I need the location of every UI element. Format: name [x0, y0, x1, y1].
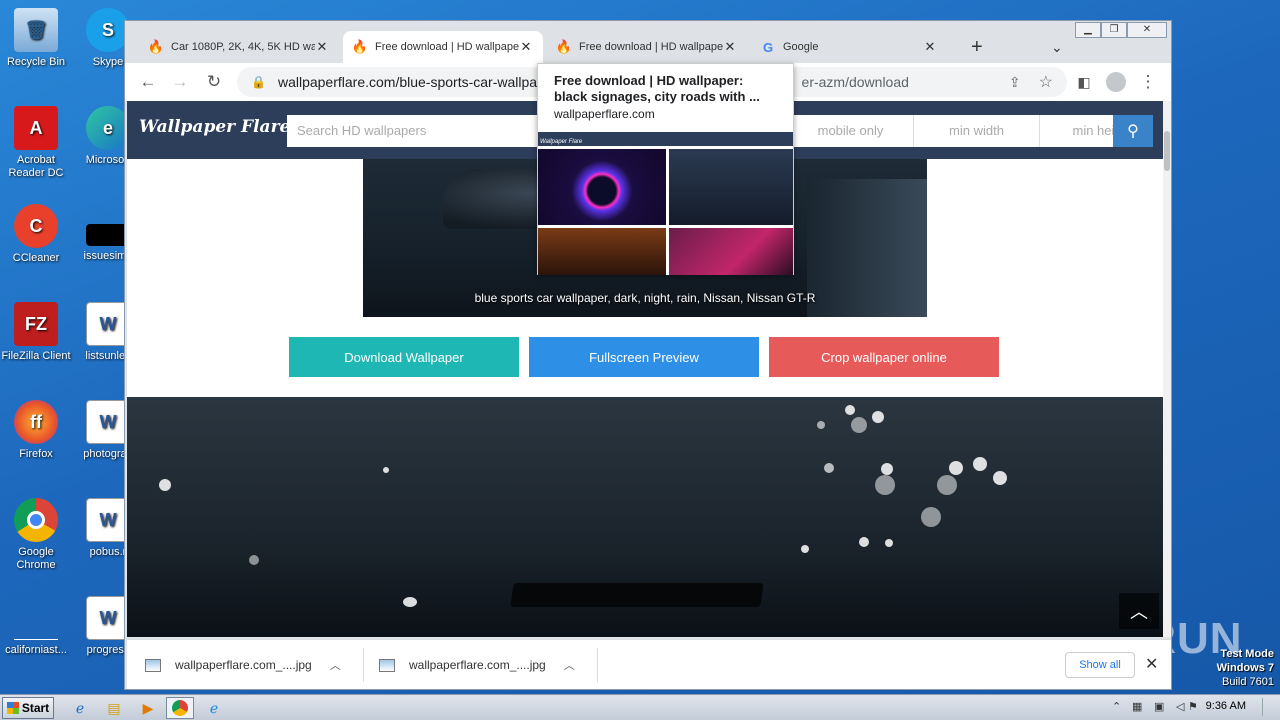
divider — [363, 648, 364, 682]
tab-google[interactable]: G Google ✕ — [751, 31, 947, 63]
desktop-icon-ccleaner[interactable]: C CCleaner — [0, 204, 72, 265]
windows-logo-icon — [6, 702, 19, 714]
windows-taskbar: Start ℯ ▤ ▶ ℯ ⌃ ▦ ▣ ◁ ⚑ 9:36 AM — [0, 694, 1280, 720]
divider — [597, 648, 598, 682]
preview-thumb-magenta — [669, 228, 793, 275]
chrome-taskbar-icon[interactable] — [166, 697, 194, 719]
desktop-icon-firefox[interactable]: ff Firefox — [0, 400, 72, 461]
edge-taskbar-icon[interactable]: ℯ — [200, 697, 228, 719]
new-tab-button[interactable]: + — [961, 31, 989, 63]
site-logo[interactable]: Wallpaper Flare — [139, 117, 290, 137]
tab-list-button[interactable]: ⌄ — [1041, 31, 1065, 63]
lock-icon: 🔒 — [251, 75, 266, 89]
scrollbar-thumb[interactable] — [1164, 131, 1170, 171]
crop-wallpaper-button[interactable]: Crop wallpaper online — [769, 337, 999, 377]
close-download-shelf-icon[interactable]: ✕ — [1145, 654, 1158, 674]
start-button[interactable]: Start — [2, 697, 54, 719]
taskbar-clock[interactable]: 9:36 AM — [1206, 700, 1246, 712]
preview-thumb-neon-ring — [538, 149, 666, 225]
reload-icon[interactable]: ↻ — [201, 69, 227, 95]
fullscreen-preview-button[interactable]: Fullscreen Preview — [529, 337, 759, 377]
tray-expand-icon[interactable]: ⌃ — [1112, 700, 1121, 713]
back-arrow-icon[interactable]: ← — [135, 69, 161, 95]
close-tab-icon[interactable]: ✕ — [315, 39, 329, 55]
download-shelf: wallpaperflare.com_....jpg ︿ wallpaperfl… — [127, 639, 1171, 689]
download-item-1[interactable]: wallpaperflare.com_....jpg ︿ — [145, 652, 341, 678]
chevron-up-icon[interactable]: ︿ — [330, 657, 341, 673]
tray-display-icon[interactable]: ▣ — [1154, 700, 1164, 713]
flame-icon: 🔥 — [555, 39, 573, 54]
preview-thumb-orange-city — [538, 228, 666, 275]
share-icon[interactable]: ⇪ — [1009, 74, 1021, 91]
test-mode-notice: Test Mode Windows 7 Build 7601 — [1216, 648, 1274, 688]
blank-file-icon — [14, 596, 58, 640]
hover-card-title: Free download | HD wallpaper: black sign… — [554, 73, 760, 104]
tab-car-wallpapers[interactable]: 🔥 Car 1080P, 2K, 4K, 5K HD wa ✕ — [139, 31, 339, 63]
desktop-icon-california[interactable]: californiast... — [0, 596, 72, 657]
download-wallpaper-button[interactable]: Download Wallpaper — [289, 337, 519, 377]
min-width-input[interactable]: min width — [913, 115, 1039, 147]
hover-card-preview: Wallpaper Flare — [538, 132, 793, 275]
chrome-icon — [14, 498, 58, 542]
media-player-taskbar-icon[interactable]: ▶ — [134, 697, 162, 719]
close-tab-icon[interactable]: ✕ — [519, 39, 533, 55]
search-button[interactable]: ⚲ — [1113, 115, 1153, 147]
desktop-icon-chrome[interactable]: Google Chrome — [0, 498, 72, 572]
page-scrollbar[interactable] — [1163, 101, 1171, 637]
close-tab-icon[interactable]: ✕ — [923, 39, 937, 55]
show-all-downloads-button[interactable]: Show all — [1065, 652, 1135, 678]
tray-network-icon[interactable]: ▦ — [1132, 700, 1142, 713]
preview-header: Wallpaper Flare — [538, 132, 793, 146]
image-file-icon — [145, 658, 161, 672]
menu-kebab-icon[interactable]: ⋮ — [1135, 69, 1161, 95]
close-window-button[interactable]: ✕ — [1127, 22, 1167, 38]
tray-volume-icon[interactable]: ◁ — [1176, 700, 1184, 713]
wallpaper-caption: blue sports car wallpaper, dark, night, … — [474, 291, 816, 305]
tab-strip: 🔥 Car 1080P, 2K, 4K, 5K HD wa ✕ 🔥 Free d… — [125, 21, 1171, 63]
profile-avatar-icon[interactable] — [1103, 69, 1129, 95]
ie-taskbar-icon[interactable]: ℯ — [66, 697, 94, 719]
download-item-2[interactable]: wallpaperflare.com_....jpg ︿ — [379, 652, 575, 678]
acrobat-icon: A — [14, 106, 58, 150]
mobile-only-filter[interactable]: mobile only — [787, 115, 913, 147]
car-spoiler — [510, 583, 764, 607]
desktop-icon-acrobat[interactable]: A Acrobat Reader DC — [0, 106, 72, 180]
ccleaner-icon: C — [14, 204, 58, 248]
forward-arrow-icon[interactable]: → — [167, 69, 193, 95]
close-tab-icon[interactable]: ✕ — [723, 39, 737, 55]
tray-flag-icon[interactable]: ⚑ — [1188, 700, 1198, 713]
recycle-bin-icon: 🗑 — [14, 8, 58, 52]
hover-card-domain: wallpaperflare.com — [554, 107, 655, 121]
tab-free-download-2[interactable]: 🔥 Free download | HD wallpape ✕ — [547, 31, 747, 63]
bookmark-star-icon[interactable]: ☆ — [1039, 72, 1053, 92]
show-desktop-button[interactable] — [1262, 698, 1278, 716]
chevron-up-icon: ︿ — [1130, 602, 1148, 622]
desktop-icon-recycle-bin[interactable]: 🗑 Recycle Bin — [0, 8, 72, 69]
firefox-icon: ff — [14, 400, 58, 444]
side-panel-icon[interactable]: ◧ — [1071, 69, 1097, 95]
search-icon: ⚲ — [1127, 123, 1139, 140]
flame-icon: 🔥 — [147, 39, 165, 54]
desktop-icon-filezilla[interactable]: FZ FileZilla Client — [0, 302, 72, 363]
explorer-taskbar-icon[interactable]: ▤ — [100, 697, 128, 719]
filezilla-icon: FZ — [14, 302, 58, 346]
minimize-button[interactable]: ▁ — [1075, 22, 1101, 38]
preview-thumb-city-night — [669, 149, 793, 225]
chevron-up-icon[interactable]: ︿ — [564, 657, 575, 673]
tab-hover-card: Free download | HD wallpaper: black sign… — [537, 63, 794, 275]
flame-icon: 🔥 — [351, 39, 369, 54]
tab-free-download-active[interactable]: 🔥 Free download | HD wallpape ✕ — [343, 31, 543, 63]
image-file-icon — [379, 658, 395, 672]
back-to-top-button[interactable]: ︿ — [1119, 593, 1159, 629]
large-wallpaper-image: ︿ — [127, 397, 1163, 637]
google-icon: G — [762, 39, 774, 55]
maximize-button[interactable]: ❐ — [1101, 22, 1127, 38]
